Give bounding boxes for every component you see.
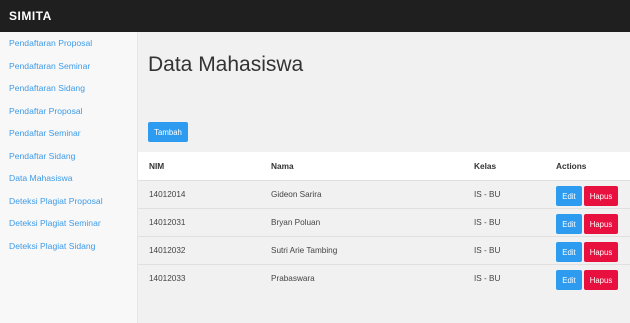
sidebar-item-deteksi-plagiat-proposal[interactable]: Deteksi Plagiat Proposal [0,190,137,213]
students-table-container: NIM Nama Kelas Actions 14012014 Gideon S… [138,152,630,292]
cell-nama: Sutri Arie Tambing [260,235,463,264]
edit-button[interactable]: Edit [556,214,582,234]
cell-nim: 14012014 [138,179,260,208]
sidebar-item-deteksi-plagiat-seminar[interactable]: Deteksi Plagiat Seminar [0,212,137,235]
table-row: 14012014 Gideon Sarira IS - BU Edit Hapus [138,179,630,208]
sidebar-item-pendaftar-sidang[interactable]: Pendaftar Sidang [0,145,137,168]
page-title: Data Mahasiswa [148,53,304,76]
column-header-kelas: Kelas [463,152,556,180]
cell-actions: Edit Hapus [556,179,630,208]
edit-button[interactable]: Edit [556,270,582,291]
delete-button[interactable]: Hapus [584,186,618,206]
cell-actions: Edit Hapus [556,207,630,236]
delete-button[interactable]: Hapus [584,270,618,291]
table-row: 14012033 Prabaswara IS - BU Edit Hapus [138,263,630,292]
edit-button[interactable]: Edit [556,186,582,206]
sidebar-item-pendaftaran-proposal[interactable]: Pendaftaran Proposal [0,32,137,55]
cell-nim: 14012032 [138,235,260,264]
sidebar: Pendaftaran Proposal Pendaftaran Seminar… [0,32,138,323]
table-header-row: NIM Nama Kelas Actions [138,152,630,180]
sidebar-item-pendaftaran-seminar[interactable]: Pendaftaran Seminar [0,55,137,78]
cell-kelas: IS - BU [463,179,556,208]
cell-kelas: IS - BU [463,235,556,264]
cell-nim: 14012033 [138,263,260,292]
delete-button[interactable]: Hapus [584,242,618,262]
cell-actions: Edit Hapus [556,235,630,264]
sidebar-item-pendaftar-seminar[interactable]: Pendaftar Seminar [0,122,137,145]
sidebar-item-data-mahasiswa[interactable]: Data Mahasiswa [0,167,137,190]
cell-kelas: IS - BU [463,207,556,236]
brand-logo[interactable]: SIMITA [9,9,52,23]
column-header-nim: NIM [138,152,260,180]
cell-nama: Prabaswara [260,263,463,292]
edit-button[interactable]: Edit [556,242,582,262]
cell-kelas: IS - BU [463,263,556,292]
sidebar-item-deteksi-plagiat-sidang[interactable]: Deteksi Plagiat Sidang [0,235,137,258]
cell-nim: 14012031 [138,207,260,236]
sidebar-item-pendaftar-proposal[interactable]: Pendaftar Proposal [0,100,137,123]
column-header-nama: Nama [260,152,463,180]
add-button[interactable]: Tambah [148,122,188,142]
main-content: Data Mahasiswa Tambah NIM Nama Kelas Act… [138,32,630,323]
table-row: 14012032 Sutri Arie Tambing IS - BU Edit… [138,235,630,264]
delete-button[interactable]: Hapus [584,214,618,234]
column-header-actions: Actions [556,152,630,180]
cell-nama: Bryan Poluan [260,207,463,236]
sidebar-item-pendaftaran-sidang[interactable]: Pendaftaran Sidang [0,77,137,100]
cell-actions: Edit Hapus [556,263,630,292]
students-table: NIM Nama Kelas Actions 14012014 Gideon S… [138,152,630,292]
top-navbar: SIMITA [0,0,630,32]
table-row: 14012031 Bryan Poluan IS - BU Edit Hapus [138,207,630,236]
cell-nama: Gideon Sarira [260,179,463,208]
